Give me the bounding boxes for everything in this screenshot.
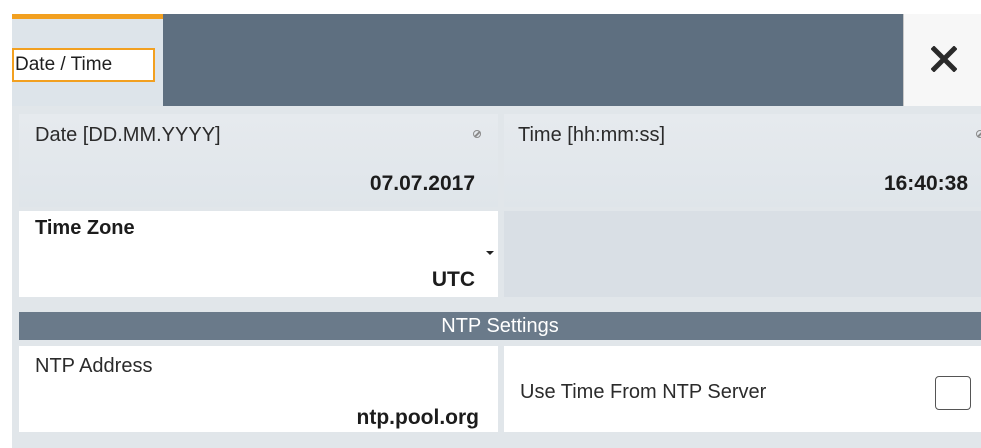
time-value: 16:40:38 bbox=[883, 172, 968, 195]
edit-indicator-icon bbox=[976, 130, 981, 138]
timezone-dropdown[interactable]: Time Zone UTC bbox=[19, 211, 498, 297]
edit-indicator-icon bbox=[473, 130, 481, 138]
ntp-address-field[interactable]: NTP Address ntp.pool.org bbox=[19, 346, 498, 432]
use-ntp-checkbox[interactable] bbox=[935, 376, 971, 410]
use-ntp-option[interactable]: Use Time From NTP Server bbox=[504, 346, 981, 432]
time-field[interactable]: Time [hh:mm:ss] 16:40:38 bbox=[504, 114, 981, 207]
ntp-section-header: NTP Settings bbox=[19, 312, 981, 340]
date-value: 07.07.2017 bbox=[369, 172, 475, 195]
ntp-address-label: NTP Address bbox=[35, 355, 153, 377]
tab-date-time[interactable]: Date / Time bbox=[12, 14, 163, 106]
ntp-address-value: ntp.pool.org bbox=[356, 406, 479, 429]
empty-panel bbox=[504, 211, 981, 297]
timezone-value: UTC bbox=[431, 268, 475, 291]
date-label: Date [DD.MM.YYYY] bbox=[35, 124, 221, 146]
use-ntp-label: Use Time From NTP Server bbox=[520, 381, 767, 403]
date-field[interactable]: Date [DD.MM.YYYY] 07.07.2017 bbox=[19, 114, 498, 207]
close-icon bbox=[931, 46, 957, 72]
time-label: Time [hh:mm:ss] bbox=[518, 124, 666, 146]
timezone-label: Time Zone bbox=[35, 217, 135, 239]
tab-label: Date / Time bbox=[12, 48, 155, 82]
close-button[interactable] bbox=[903, 14, 981, 106]
dropdown-arrow-icon bbox=[486, 251, 494, 255]
